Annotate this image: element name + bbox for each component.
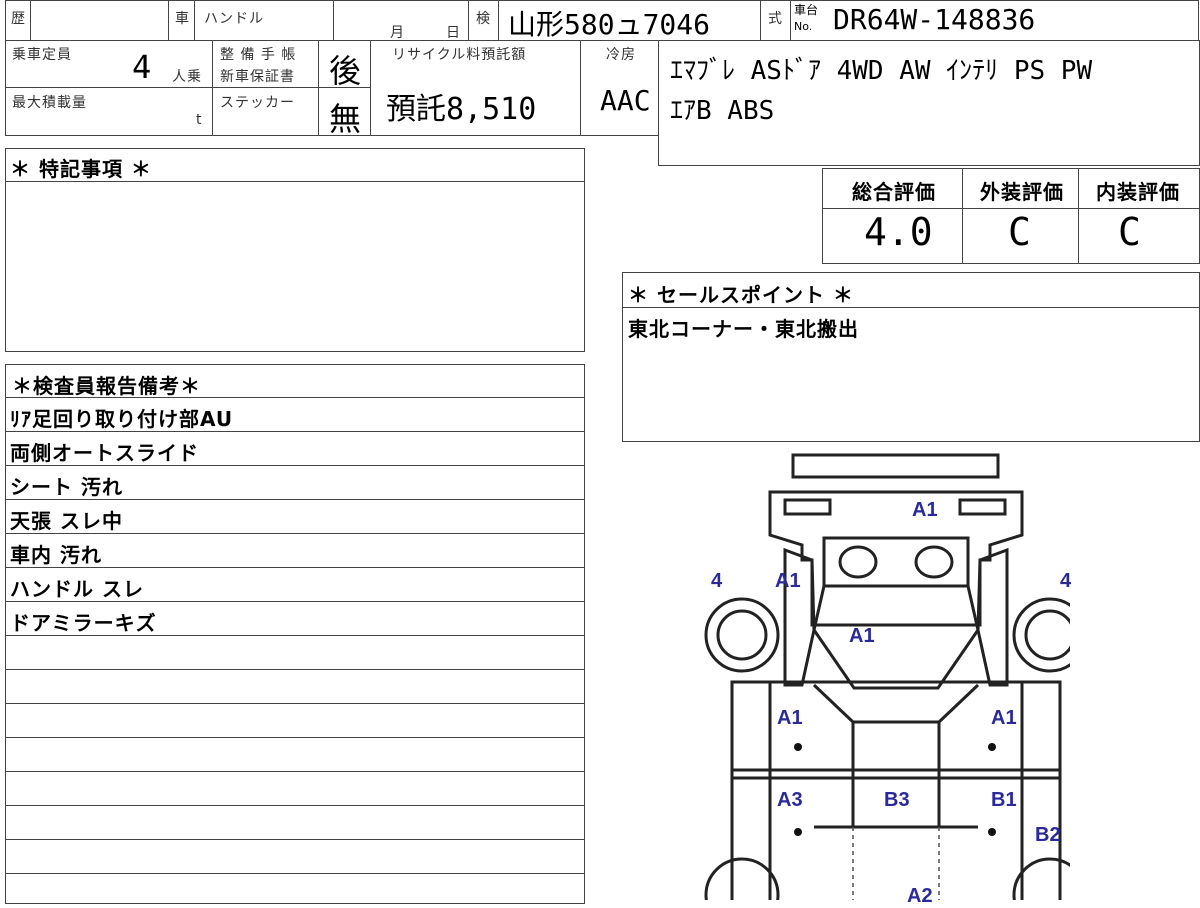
exterior-label: 外装評価: [980, 180, 1064, 204]
damage-label: A2: [907, 885, 933, 907]
overall-label: 総合評価: [852, 180, 936, 204]
special-notes-title: ＊ 特記事項 ＊: [10, 157, 152, 181]
report-line: 両側オートスライド: [10, 441, 199, 465]
damage-label: B3: [884, 789, 910, 811]
plate-number: 山形580ュ7046: [508, 8, 711, 41]
report-line: ドアミラーキズ: [10, 611, 157, 635]
report-line: 車内 汚れ: [10, 543, 102, 567]
maxload-unit: t: [196, 112, 203, 128]
damage-label: A3: [777, 789, 803, 811]
damage-label: B1: [991, 789, 1017, 811]
capacity-value: 4: [132, 48, 152, 86]
damage-label: 4: [1060, 570, 1072, 592]
recycle-label: リサイクル料預託額: [392, 47, 527, 63]
sales-point-title: ＊ セールスポイント ＊: [628, 283, 854, 307]
sales-point-text: 東北コーナー・東北搬出: [628, 317, 859, 341]
capacity-label: 乗車定員: [12, 47, 72, 63]
report-line: シート 汚れ: [10, 475, 123, 499]
history-label: 歴: [11, 11, 26, 27]
damage-label: B2: [1035, 824, 1061, 846]
inspection-label: 検: [476, 11, 491, 27]
car-damage-diagram: [704, 453, 1070, 900]
capacity-unit: 人乗: [172, 69, 202, 85]
report-line: 天張 スレ中: [10, 509, 123, 533]
overall-value: 4.0: [864, 210, 933, 254]
warranty-label: 新車保証書: [220, 69, 295, 85]
day-label: 日: [446, 25, 461, 41]
car-label: 車: [175, 11, 190, 27]
maintenance-label: 整 備 手 帳: [220, 47, 297, 63]
ac-value: AAC: [600, 84, 651, 117]
sticker-label: ステッカー: [220, 95, 295, 111]
damage-label: A1: [777, 707, 803, 729]
sticker-value: 無: [329, 100, 362, 138]
maxload-label: 最大積載量: [12, 95, 87, 111]
damage-label: A1: [849, 625, 875, 647]
damage-label: A1: [912, 499, 938, 521]
equipment-line-1: ｴﾏﾌﾞﾚ ASﾄﾞｱ 4WD AW ｲﾝﾃﾘ PS PW: [670, 56, 1093, 86]
damage-label: A1: [991, 707, 1017, 729]
report-line: ﾘｱ足回り取り付け部AU: [10, 407, 234, 431]
handle-label: ハンドル: [204, 11, 264, 27]
interior-value: C: [1118, 210, 1141, 254]
damage-label: 4: [711, 570, 723, 592]
recycle-value: 預託8,510: [386, 92, 537, 127]
interior-label: 内装評価: [1096, 180, 1180, 204]
chassis-label-no: No.: [794, 20, 813, 33]
equipment-line-2: ｴｱB ABS: [670, 96, 775, 126]
inspector-report-title: ＊検査員報告備考＊: [12, 374, 201, 398]
chassis-label-top: 車台: [794, 3, 819, 17]
chassis-number: DR64W-148836: [833, 3, 1036, 36]
month-label: 月: [390, 25, 405, 41]
exterior-value: C: [1008, 210, 1031, 254]
damage-label: A1: [775, 570, 801, 592]
report-line: ハンドル スレ: [10, 577, 144, 601]
ac-label: 冷房: [606, 47, 636, 63]
type-label: 式: [768, 11, 783, 27]
maintenance-value: 後: [329, 52, 362, 90]
